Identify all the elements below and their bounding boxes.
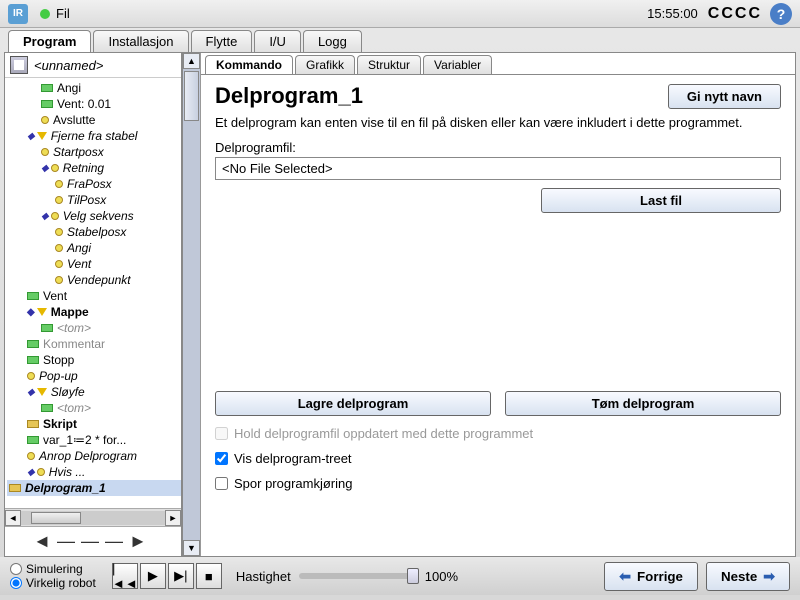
- main-tab-logg[interactable]: Logg: [303, 30, 362, 52]
- keep-updated-checkbox: Hold delprogramfil oppdatert med dette p…: [215, 426, 781, 441]
- tree-node[interactable]: Angi: [7, 80, 181, 96]
- tree-node[interactable]: ◆Hvis ...: [7, 464, 181, 480]
- tree-node[interactable]: Avslutte: [7, 112, 181, 128]
- show-tree-checkbox[interactable]: Vis delprogram-treet: [215, 451, 781, 466]
- sub-tab-grafikk[interactable]: Grafikk: [295, 55, 355, 74]
- file-label: Delprogramfil:: [215, 140, 781, 155]
- play-button[interactable]: ▶: [140, 563, 166, 589]
- tree-node[interactable]: Kommentar: [7, 336, 181, 352]
- tree-node[interactable]: FraPosx: [7, 176, 181, 192]
- tree-node[interactable]: Startposx: [7, 144, 181, 160]
- tree-hscrollbar[interactable]: ◄ ►: [5, 508, 181, 526]
- rename-button[interactable]: Gi nytt navn: [668, 84, 781, 109]
- tree-node[interactable]: ◆Fjerne fra stabel: [7, 128, 181, 144]
- speed-label: Hastighet: [236, 569, 291, 584]
- help-icon[interactable]: ?: [770, 3, 792, 25]
- save-icon[interactable]: [10, 56, 28, 74]
- tree-node[interactable]: Vent: 0.01: [7, 96, 181, 112]
- main-tab-i/u[interactable]: I/U: [254, 30, 301, 52]
- tree-node[interactable]: Stopp: [7, 352, 181, 368]
- main-tab-flytte[interactable]: Flytte: [191, 30, 253, 52]
- tree-node[interactable]: Skript: [7, 416, 181, 432]
- sub-tab-struktur[interactable]: Struktur: [357, 55, 421, 74]
- tree-node[interactable]: Pop-up: [7, 368, 181, 384]
- simulation-radio[interactable]: Simulering: [10, 562, 96, 576]
- save-subprogram-button[interactable]: Lagre delprogram: [215, 391, 491, 416]
- tree-node[interactable]: Vent: [7, 256, 181, 272]
- tree-node[interactable]: ◆Velg sekvens: [7, 208, 181, 224]
- clear-subprogram-button[interactable]: Tøm delprogram: [505, 391, 781, 416]
- tree-node[interactable]: ◆Retning: [7, 160, 181, 176]
- skip-back-button[interactable]: |◄◄: [112, 563, 138, 589]
- tree-node[interactable]: Anrop Delprogram: [7, 448, 181, 464]
- speed-slider[interactable]: [299, 573, 419, 579]
- tree-node[interactable]: <tom>: [7, 400, 181, 416]
- trace-execution-checkbox[interactable]: Spor programkjøring: [215, 476, 781, 491]
- main-tab-program[interactable]: Program: [8, 30, 91, 52]
- tree-node[interactable]: <tom>: [7, 320, 181, 336]
- next-button[interactable]: Neste➡: [706, 562, 790, 591]
- program-tree[interactable]: AngiVent: 0.01Avslutte◆Fjerne fra stabel…: [5, 78, 181, 508]
- tree-node[interactable]: Stabelposx: [7, 224, 181, 240]
- sub-tab-variabler[interactable]: Variabler: [423, 55, 492, 74]
- tree-node[interactable]: ◆Mappe: [7, 304, 181, 320]
- cccc-label: CCCC: [708, 5, 762, 23]
- status-dot: [40, 9, 50, 19]
- file-input[interactable]: [215, 157, 781, 180]
- main-tab-installasjon[interactable]: Installasjon: [93, 30, 188, 52]
- tree-nav-arrows[interactable]: ◄―――►: [5, 526, 181, 556]
- description: Et delprogram kan enten vise til en fil …: [215, 115, 781, 130]
- tree-node[interactable]: Vendepunkt: [7, 272, 181, 288]
- tree-node[interactable]: Angi: [7, 240, 181, 256]
- speed-value: 100%: [425, 569, 458, 584]
- program-name[interactable]: <unnamed>: [34, 58, 103, 73]
- tree-node[interactable]: Delprogram_1: [7, 480, 181, 496]
- prev-button[interactable]: ⬅Forrige: [604, 562, 698, 591]
- tree-node[interactable]: var_1≔2 * for...: [7, 432, 181, 448]
- tree-node[interactable]: Vent: [7, 288, 181, 304]
- tree-node[interactable]: TilPosx: [7, 192, 181, 208]
- ur-logo: IR: [8, 4, 28, 24]
- skip-fwd-button[interactable]: ▶|: [168, 563, 194, 589]
- page-title: Delprogram_1: [215, 83, 363, 109]
- file-menu[interactable]: Fil: [56, 6, 70, 21]
- load-file-button[interactable]: Last fil: [541, 188, 781, 213]
- sub-tab-kommando[interactable]: Kommando: [205, 55, 293, 74]
- real-robot-radio[interactable]: Virkelig robot: [10, 576, 96, 590]
- stop-button[interactable]: ■: [196, 563, 222, 589]
- clock: 15:55:00: [647, 6, 698, 21]
- tree-node[interactable]: ◆Sløyfe: [7, 384, 181, 400]
- content-vscrollbar[interactable]: ▲ ▼: [183, 53, 201, 556]
